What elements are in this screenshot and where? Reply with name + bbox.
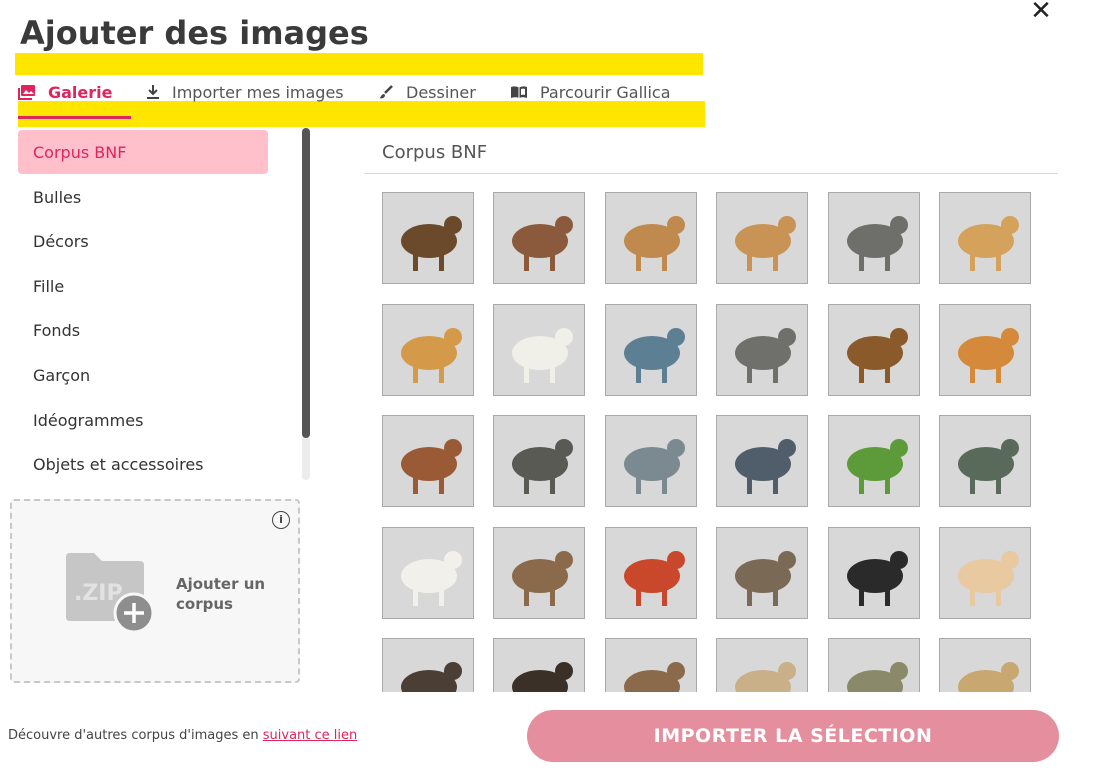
brush-icon — [379, 85, 393, 99]
image-thumb-monkey[interactable] — [493, 638, 586, 692]
tab-importer[interactable]: Importer mes images — [146, 80, 344, 104]
image-thumb-eagle[interactable] — [382, 192, 474, 284]
zip-label: .ZIP — [74, 581, 123, 606]
condor-illustration — [846, 550, 908, 606]
rooster-illustration — [623, 550, 685, 606]
highlight-band-top — [15, 53, 703, 75]
dialog-title: Ajouter des images — [20, 14, 369, 52]
category-list: Corpus BNF Bulles Décors Fille Fonds Gar… — [18, 128, 273, 480]
calf-illustration — [401, 439, 462, 495]
image-thumb-condor[interactable] — [827, 526, 920, 619]
category-ideogrammes[interactable]: Idéogrammes — [18, 398, 268, 442]
image-thumb-calf[interactable] — [382, 415, 474, 508]
category-garcon[interactable]: Garçon — [18, 353, 268, 397]
image-thumb-snake[interactable] — [716, 415, 809, 508]
info-icon[interactable]: i — [272, 511, 290, 529]
image-thumb-lizard[interactable] — [939, 415, 1031, 508]
add-corpus-label: Ajouter un corpus — [176, 575, 266, 613]
tab-galerie[interactable]: Galerie — [18, 80, 113, 104]
image-thumb-rat[interactable] — [939, 526, 1031, 619]
bear-illustration — [846, 327, 908, 383]
download-icon — [147, 85, 159, 99]
snake-illustration — [735, 439, 797, 495]
monkey-illustration — [512, 662, 574, 692]
tab-gallica[interactable]: Parcourir Gallica — [510, 80, 671, 104]
mallet-illustration — [846, 662, 908, 692]
whale-illustration — [512, 439, 574, 495]
elephant-illustration — [846, 216, 908, 271]
image-thumb-lobster[interactable] — [604, 638, 697, 692]
footer-message: Découvre d'autres corpus d'images en — [8, 728, 263, 743]
import-selection-button[interactable]: IMPORTER LA SÉLECTION — [527, 710, 1059, 762]
sea-lion-illustration — [401, 662, 462, 692]
add-corpus-dropzone[interactable]: i .ZIP Ajouter un corpus — [10, 499, 300, 683]
dolphin-illustration — [623, 327, 685, 383]
image-thumb-ostrich[interactable] — [493, 526, 586, 619]
image-thumb-owl[interactable] — [716, 526, 809, 619]
image-thumb-pelican[interactable] — [493, 303, 586, 396]
category-objets[interactable]: Objets et accessoires — [18, 442, 268, 480]
book-icon — [511, 86, 527, 98]
image-thumb-bear[interactable] — [827, 303, 920, 396]
gallery-divider — [364, 173, 1058, 174]
giraffe-illustration — [958, 216, 1019, 271]
tab-label: Galerie — [48, 82, 113, 102]
ostrich-illustration — [512, 550, 574, 606]
image-thumb-tiger[interactable] — [939, 303, 1031, 396]
gallery-icon — [18, 85, 35, 100]
active-tab-indicator — [18, 116, 131, 119]
footer-text: Découvre d'autres corpus d'images en sui… — [8, 728, 357, 743]
camel-illustration — [623, 216, 685, 271]
image-thumb-camel[interactable] — [604, 192, 697, 284]
image-grid — [364, 180, 1058, 692]
image-thumb-bowl[interactable] — [716, 638, 809, 692]
image-thumb-frog[interactable] — [827, 415, 920, 508]
category-fonds[interactable]: Fonds — [18, 308, 268, 352]
watering-can-illustration — [958, 662, 1019, 692]
tab-label: Parcourir Gallica — [540, 82, 671, 102]
bowl-illustration — [735, 662, 797, 692]
image-thumb-giraffe[interactable] — [939, 192, 1031, 284]
image-thumb-watering-can[interactable] — [939, 638, 1031, 692]
rhinoceros-illustration — [735, 327, 797, 383]
category-scrollbar-thumb[interactable] — [302, 128, 310, 438]
tab-label: Dessiner — [406, 82, 476, 102]
close-icon[interactable]: ✕ — [1026, 0, 1056, 26]
image-thumb-rooster[interactable] — [604, 526, 697, 619]
more-corpus-link[interactable]: suivant ce lien — [263, 728, 358, 743]
tab-dessiner[interactable]: Dessiner — [378, 80, 476, 104]
dromedary-illustration — [735, 216, 797, 271]
image-thumb-whale[interactable] — [493, 415, 586, 508]
lion-illustration — [401, 327, 462, 383]
gallery-title: Corpus BNF — [382, 142, 488, 163]
image-thumb-dolphin[interactable] — [604, 303, 697, 396]
deer-illustration — [512, 216, 574, 271]
image-thumb-elephant[interactable] — [827, 192, 920, 284]
image-thumb-sea-lion[interactable] — [382, 638, 474, 692]
image-thumb-dromedary[interactable] — [716, 192, 809, 284]
pelican-illustration — [512, 327, 574, 383]
lizard-illustration — [958, 439, 1019, 495]
category-decors[interactable]: Décors — [18, 219, 268, 263]
image-thumb-fish[interactable] — [604, 415, 697, 508]
frog-illustration — [846, 439, 908, 495]
image-thumb-mallet[interactable] — [827, 638, 920, 692]
category-corpus-bnf[interactable]: Corpus BNF — [18, 130, 268, 174]
eagle-illustration — [401, 216, 462, 271]
owl-illustration — [735, 550, 797, 606]
tiger-illustration — [958, 327, 1019, 383]
image-thumb-swan[interactable] — [382, 526, 474, 619]
image-thumb-rhinoceros[interactable] — [716, 303, 809, 396]
swan-illustration — [401, 550, 462, 606]
fish-illustration — [623, 439, 685, 495]
category-bulles[interactable]: Bulles — [18, 175, 268, 219]
highlight-band-bottom — [18, 101, 705, 127]
rat-illustration — [958, 550, 1019, 606]
image-thumb-deer[interactable] — [493, 192, 586, 284]
tab-label: Importer mes images — [172, 82, 344, 102]
image-thumb-lion[interactable] — [382, 303, 474, 396]
lobster-illustration — [623, 662, 685, 692]
category-fille[interactable]: Fille — [18, 264, 268, 308]
